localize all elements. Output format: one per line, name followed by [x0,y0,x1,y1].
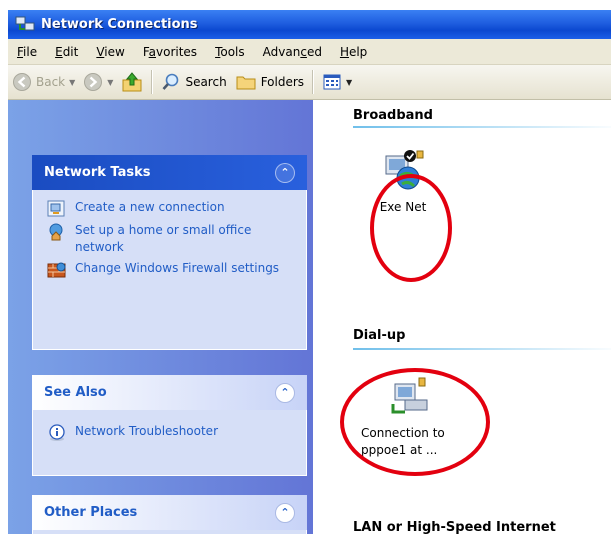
folders-icon [236,76,256,90]
menu-help[interactable]: Help [331,45,376,59]
info-icon [49,424,65,441]
group-broadband-title: Broadband [353,108,433,123]
firewall-icon [47,262,66,278]
folders-button[interactable]: Folders [231,68,308,96]
other-places-body [32,530,307,534]
menu-bar: File Edit View Favorites Tools Advanced … [8,39,611,65]
up-folder-icon [122,72,142,92]
task-firewall[interactable]: Change Windows Firewall settings [47,260,296,279]
back-arrow-icon [13,73,31,91]
see-also-panel: See Also ⌃ Network Troubleshooter [32,375,307,476]
network-connections-icon [15,16,35,30]
connections-view: Broadband Exe Net Dial-up Connection to … [313,100,611,534]
collapse-chevron-icon[interactable]: ⌃ [275,502,295,523]
collapse-chevron-icon[interactable]: ⌃ [275,162,295,183]
group-dialup-title: Dial-up [353,328,406,343]
home-network-icon [49,223,63,241]
dialup-connection-icon [391,377,428,414]
toolbar-separator [312,70,315,94]
views-grid-icon [323,74,341,90]
collapse-chevron-icon[interactable]: ⌃ [275,382,295,403]
chevron-down-icon[interactable]: ▼ [69,78,75,87]
network-tasks-panel: Network Tasks ⌃ Create a new connection [32,155,307,350]
other-places-panel: Other Places ⌃ [32,495,307,534]
chevron-down-icon[interactable]: ▼ [107,78,113,87]
group-divider [353,126,611,128]
connection-exe-net[interactable]: Exe Net [362,148,444,216]
forward-arrow-icon [84,73,103,91]
menu-tools[interactable]: Tools [206,45,254,59]
see-also-body: Network Troubleshooter [32,410,307,476]
new-connection-icon [47,200,65,217]
toolbar-separator [151,70,154,94]
menu-advanced[interactable]: Advanced [254,45,331,59]
search-button[interactable]: Search [157,68,230,96]
other-places-header[interactable]: Other Places ⌃ [32,495,307,530]
group-divider [353,348,611,350]
menu-view[interactable]: View [87,45,133,59]
views-button[interactable]: ▼ [318,68,356,96]
network-tasks-header[interactable]: Network Tasks ⌃ [32,155,307,190]
chevron-down-icon[interactable]: ▼ [346,78,352,87]
task-network-troubleshooter[interactable]: Network Troubleshooter [47,423,296,442]
search-icon [162,73,179,90]
back-button[interactable]: Back ▼ [8,68,79,96]
group-lan-title: LAN or High-Speed Internet [353,520,556,534]
menu-edit[interactable]: Edit [46,45,87,59]
menu-favorites[interactable]: Favorites [134,45,206,59]
task-create-connection[interactable]: Create a new connection [47,199,296,218]
window-title: Network Connections [41,17,198,32]
window: Network Connections File Edit View Favor… [8,10,611,534]
menu-file[interactable]: File [8,45,46,59]
forward-button[interactable]: ▼ [79,68,117,96]
toolbar: Back ▼ ▼ Search Folders ▼ [8,65,611,100]
see-also-header[interactable]: See Also ⌃ [32,375,307,410]
up-folder-button[interactable] [117,68,147,96]
broadband-connection-icon [385,150,424,190]
task-home-network[interactable]: Set up a home or small office network [47,222,296,256]
connection-pppoe1[interactable]: Connection to pppoe1 at ... [355,374,465,459]
task-pane: Network Tasks ⌃ Create a new connection [8,100,313,534]
title-bar[interactable]: Network Connections [8,10,611,39]
network-tasks-body: Create a new connection Set up a home or… [32,190,307,350]
